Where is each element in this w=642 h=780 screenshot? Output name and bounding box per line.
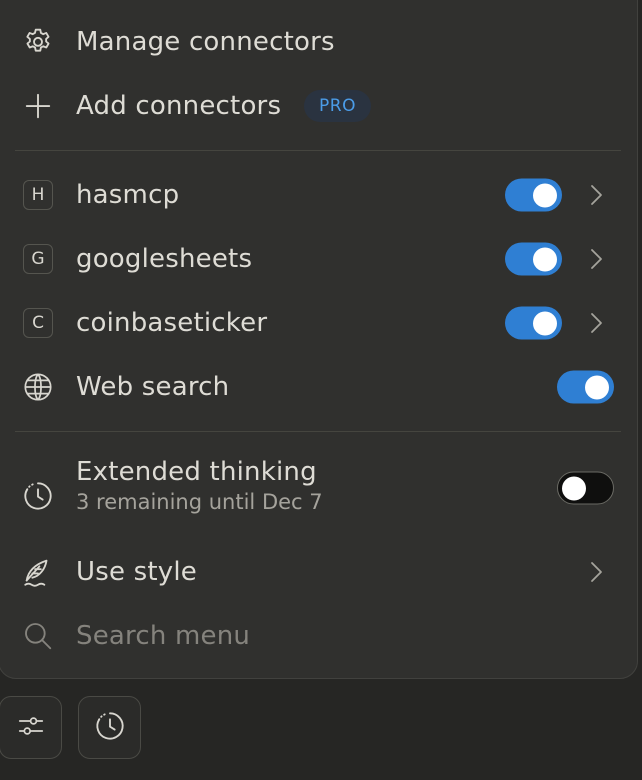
manage-connectors-label: Manage connectors bbox=[76, 27, 335, 57]
toggle-knob bbox=[533, 183, 557, 207]
googlesheets-toggle[interactable] bbox=[505, 242, 562, 276]
web-search-label: Web search bbox=[76, 372, 230, 402]
connector-item-hasmcp[interactable]: H hasmcp bbox=[0, 167, 639, 223]
use-style-label: Use style bbox=[76, 557, 197, 587]
gear-icon bbox=[21, 25, 55, 59]
connector-h-icon: H bbox=[21, 178, 55, 212]
connector-letter: C bbox=[23, 308, 53, 338]
globe-icon bbox=[21, 370, 55, 404]
connector-item-coinbaseticker[interactable]: C coinbaseticker bbox=[0, 295, 639, 351]
chevron-right-icon[interactable] bbox=[586, 309, 606, 337]
connector-label: coinbaseticker bbox=[76, 308, 268, 338]
search-menu-input[interactable]: Search menu bbox=[76, 621, 250, 651]
chevron-right-icon[interactable] bbox=[586, 245, 606, 273]
chevron-right-icon[interactable] bbox=[586, 181, 606, 209]
clock-icon bbox=[94, 710, 126, 746]
connector-item-googlesheets[interactable]: G googlesheets bbox=[0, 231, 639, 287]
extended-thinking-toggle[interactable] bbox=[557, 471, 614, 505]
connector-label: hasmcp bbox=[76, 180, 180, 210]
divider bbox=[15, 150, 621, 151]
web-search-item[interactable]: Web search bbox=[0, 359, 639, 415]
search-menu-row[interactable]: Search menu bbox=[0, 608, 639, 664]
feather-icon bbox=[21, 555, 55, 589]
divider bbox=[15, 431, 621, 432]
toggle-knob bbox=[533, 311, 557, 335]
add-connectors-item[interactable]: Add connectors PRO bbox=[0, 78, 639, 134]
connector-label: googlesheets bbox=[76, 244, 253, 274]
connector-g-icon: G bbox=[21, 242, 55, 276]
extended-thinking-button[interactable] bbox=[78, 696, 141, 759]
search-icon bbox=[21, 619, 55, 653]
add-connectors-label: Add connectors bbox=[76, 91, 282, 121]
web-search-toggle[interactable] bbox=[557, 370, 614, 404]
connector-letter: G bbox=[23, 244, 53, 274]
plus-icon bbox=[21, 89, 55, 123]
connector-letter: H bbox=[23, 180, 53, 210]
connector-c-icon: C bbox=[21, 306, 55, 340]
pro-badge: PRO bbox=[304, 90, 371, 122]
extended-thinking-sublabel: 3 remaining until Dec 7 bbox=[76, 490, 323, 514]
use-style-item[interactable]: Use style bbox=[0, 544, 639, 600]
extended-thinking-item[interactable]: Extended thinking 3 remaining until Dec … bbox=[0, 448, 639, 528]
coinbaseticker-toggle[interactable] bbox=[505, 306, 562, 340]
manage-connectors-item[interactable]: Manage connectors bbox=[0, 14, 639, 70]
tools-menu: Manage connectors Add connectors PRO H h… bbox=[0, 0, 638, 679]
toggle-knob bbox=[585, 375, 609, 399]
clock-icon bbox=[21, 479, 55, 513]
chevron-right-icon[interactable] bbox=[586, 558, 606, 586]
sliders-icon bbox=[16, 711, 46, 745]
toggle-knob bbox=[533, 247, 557, 271]
hasmcp-toggle[interactable] bbox=[505, 178, 562, 212]
extended-thinking-label: Extended thinking bbox=[76, 457, 317, 487]
tools-button[interactable] bbox=[0, 696, 62, 759]
toggle-knob bbox=[562, 476, 586, 500]
